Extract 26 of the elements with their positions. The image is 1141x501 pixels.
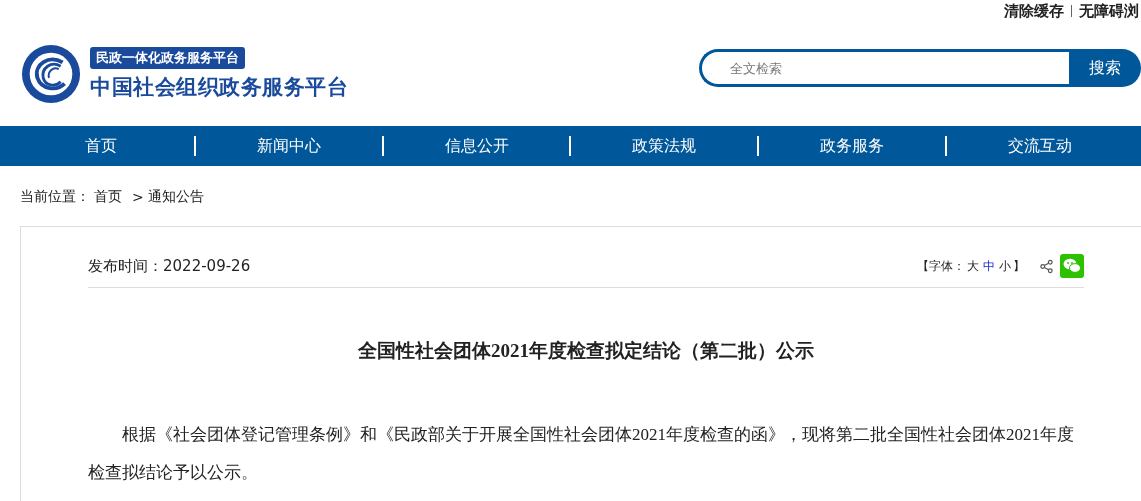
emblem-logo-icon	[20, 43, 82, 105]
breadcrumb-label: 当前位置：	[20, 188, 90, 206]
logo-title: 中国社会组织政务服务平台	[90, 74, 348, 101]
font-size-label: 【字体：	[917, 257, 965, 275]
breadcrumb-link[interactable]: 首页	[94, 188, 122, 206]
search-field[interactable]: 全文检索	[699, 49, 1069, 87]
publish-date: 发布时间：2022-09-26	[88, 256, 251, 276]
nav-item[interactable]: 新闻中心	[219, 135, 360, 157]
font-size-option[interactable]: 中	[983, 257, 995, 275]
breadcrumb-separator: >	[132, 189, 144, 205]
top-link[interactable]: 无障碍浏	[1079, 1, 1139, 21]
font-size-option[interactable]: 大	[967, 257, 979, 275]
nav-item[interactable]: 交流互动	[969, 135, 1110, 157]
nav-item[interactable]: 首页	[31, 135, 172, 157]
top-link[interactable]: 清除缓存	[1004, 1, 1064, 21]
article-title: 全国性社会团体2021年度检查拟定结论（第二批）公示	[357, 339, 815, 363]
nav-item[interactable]: 政务服务	[781, 135, 922, 157]
nav-item[interactable]: 信息公开	[406, 135, 547, 157]
breadcrumb-link[interactable]: 通知公告	[147, 188, 204, 206]
article-paragraph: 根据《社会团体登记管理条例》和《民政部关于开展全国性社会团体2021年度检查的函》，现将第二批全国性社会团体2021年度检查拟结论予以公示。	[88, 424, 1075, 484]
share-icon[interactable]	[1039, 258, 1054, 274]
search-button[interactable]: 搜索	[1069, 49, 1141, 87]
font-size-option[interactable]: 小	[999, 257, 1011, 275]
font-size-bracket: 】	[1013, 257, 1025, 275]
logo-subtitle: 民政一体化政务服务平台	[90, 47, 245, 69]
nav-item[interactable]: 政策法规	[594, 135, 735, 157]
